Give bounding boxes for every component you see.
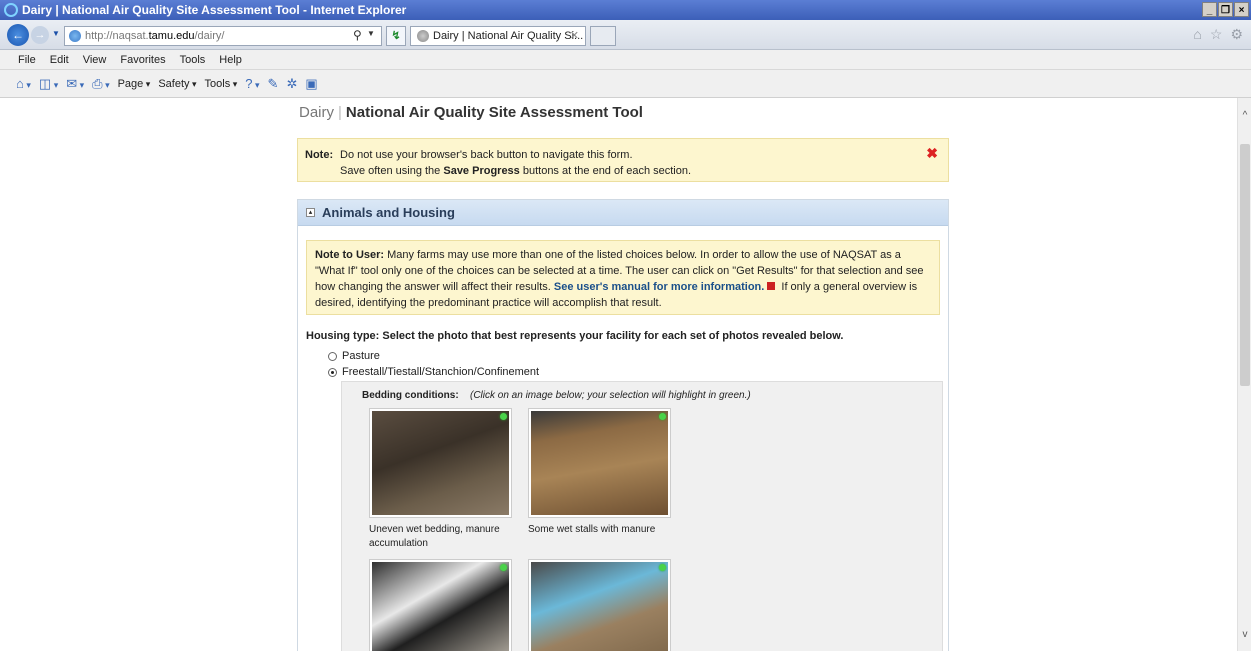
selection-dot-icon [659, 564, 666, 571]
navigation-bar: ← → ▼ http://naqsat.tamu.edu/dairy/ ⚲ ▼ … [0, 20, 1251, 50]
bedding-conditions-panel: Bedding conditions: (Click on an image b… [341, 381, 943, 651]
user-note-label: Note to User: [315, 249, 385, 261]
tab-page-icon [417, 30, 429, 42]
minimize-button[interactable]: _ [1202, 2, 1217, 17]
window-controls: _ ❐ × [1202, 2, 1249, 17]
page-menu[interactable]: Page [118, 78, 151, 90]
close-button[interactable]: × [1234, 2, 1249, 17]
address-bar[interactable]: http://naqsat.tamu.edu/dairy/ ⚲ ▼ [64, 26, 382, 46]
window-titlebar: Dairy | National Air Quality Site Assess… [0, 0, 1251, 20]
menu-tools[interactable]: Tools [180, 54, 206, 66]
pdf-icon[interactable] [767, 282, 776, 290]
option-freestall[interactable]: Freestall/Tiestall/Stanchion/Confinement [328, 366, 539, 378]
safety-menu[interactable]: Safety [158, 78, 196, 90]
browser-tab[interactable]: Dairy | National Air Quality Si... ✕ [410, 26, 586, 46]
feeds-icon[interactable]: ◫ [39, 76, 58, 92]
scroll-down-icon[interactable]: v [1238, 629, 1251, 643]
address-url[interactable]: http://naqsat.tamu.edu/dairy/ [85, 30, 224, 42]
tab-close-icon[interactable]: ✕ [570, 29, 579, 42]
help-icon[interactable]: ? [245, 76, 259, 91]
housing-type-question: Housing type: Select the photo that best… [306, 330, 844, 342]
navigation-note: Note: Do not use your browser's back but… [297, 138, 949, 182]
menu-bar: File Edit View Favorites Tools Help [0, 50, 1251, 70]
page-title-text: National Air Quality Site Assessment Too… [345, 104, 643, 121]
print-icon[interactable]: ⎙ [92, 76, 109, 92]
animals-housing-section: ▴ Animals and Housing Note to User: Many… [297, 199, 949, 651]
bedding-photo-4-image [531, 562, 668, 651]
command-bar: ⌂ ◫ ✉ ⎙ Page Safety Tools ? ✎ ✲ ▣ [0, 70, 1251, 98]
collapse-icon[interactable]: ▴ [306, 208, 315, 217]
page-title: Dairy | National Air Quality Site Assessme… [299, 104, 643, 121]
section-header[interactable]: ▴ Animals and Housing [298, 200, 948, 226]
pasture-label: Pasture [342, 350, 380, 362]
selection-dot-icon [659, 413, 666, 420]
search-icon[interactable]: ⚲ [353, 28, 362, 42]
browser-right-icons: ⌂ ☆ ⚙ [1193, 26, 1243, 43]
scroll-thumb[interactable] [1240, 144, 1250, 386]
address-dropdown-icon[interactable]: ▼ [367, 29, 375, 38]
settings-gear-icon[interactable]: ⚙ [1230, 26, 1243, 43]
addon-gear-icon[interactable]: ✲ [286, 76, 297, 92]
tools-menu[interactable]: Tools [205, 78, 238, 90]
home-icon[interactable]: ⌂ [1193, 26, 1201, 43]
ie-logo-icon [4, 3, 18, 17]
pasture-radio[interactable] [328, 351, 337, 361]
mail-icon[interactable]: ✉ [66, 76, 84, 92]
bedding-photo-2[interactable] [528, 408, 671, 518]
compatibility-refresh-button[interactable]: ↯ [386, 26, 406, 46]
user-note: Note to User: Many farms may use more th… [306, 240, 940, 315]
bedding-caption-1: Uneven wet bedding, manure accumulation [369, 524, 500, 549]
note-line1: Do not use your browser's back button to… [340, 149, 633, 161]
new-tab-button[interactable] [590, 26, 616, 46]
page-viewport: Dairy | National Air Quality Site Assessme… [0, 98, 1237, 651]
favorites-star-icon[interactable]: ☆ [1210, 26, 1223, 43]
option-pasture[interactable]: Pasture [328, 350, 380, 362]
menu-edit[interactable]: Edit [50, 54, 69, 66]
restore-button[interactable]: ❐ [1218, 2, 1233, 17]
onenote-icon[interactable]: ▣ [305, 76, 317, 92]
bedding-photo-4[interactable] [528, 559, 671, 651]
menu-view[interactable]: View [83, 54, 107, 66]
site-globe-icon [69, 30, 81, 42]
note-line2: Save often using the Save Progress butto… [340, 165, 692, 177]
tab-label: Dairy | National Air Quality Si... [433, 30, 584, 42]
bedding-caption-2: Some wet stalls with manure [528, 524, 656, 535]
menu-favorites[interactable]: Favorites [120, 54, 165, 66]
bedding-photo-3[interactable] [369, 559, 512, 651]
scroll-up-icon[interactable]: ^ [1238, 110, 1251, 124]
user-manual-link[interactable]: See user's manual for more information. [554, 281, 764, 293]
freestall-radio[interactable] [328, 367, 337, 377]
research-icon[interactable]: ✎ [268, 76, 279, 92]
bedding-hint: (Click on an image below; your selection… [470, 390, 751, 401]
vertical-scrollbar[interactable]: ^ v [1237, 98, 1251, 651]
bedding-photo-3-image [372, 562, 509, 651]
menu-help[interactable]: Help [219, 54, 242, 66]
page-brand: Dairy [299, 104, 335, 121]
bedding-photo-2-image [531, 411, 668, 515]
bedding-photo-1[interactable] [369, 408, 512, 518]
forward-button[interactable]: → [31, 26, 49, 44]
back-button[interactable]: ← [7, 24, 29, 46]
freestall-label: Freestall/Tiestall/Stanchion/Confinement [342, 366, 540, 378]
bedding-label: Bedding conditions: [362, 390, 459, 401]
selection-dot-icon [500, 564, 507, 571]
section-title: Animals and Housing [322, 205, 455, 220]
window-title: Dairy | National Air Quality Site Assess… [22, 3, 407, 17]
note-label: Note: [305, 149, 334, 161]
menu-file[interactable]: File [18, 54, 36, 66]
history-dropdown-icon[interactable]: ▼ [52, 29, 60, 38]
close-note-icon[interactable]: ✖ [926, 145, 938, 162]
selection-dot-icon [500, 413, 507, 420]
bedding-photo-1-image [372, 411, 509, 515]
home-command-icon[interactable]: ⌂ [16, 76, 31, 91]
